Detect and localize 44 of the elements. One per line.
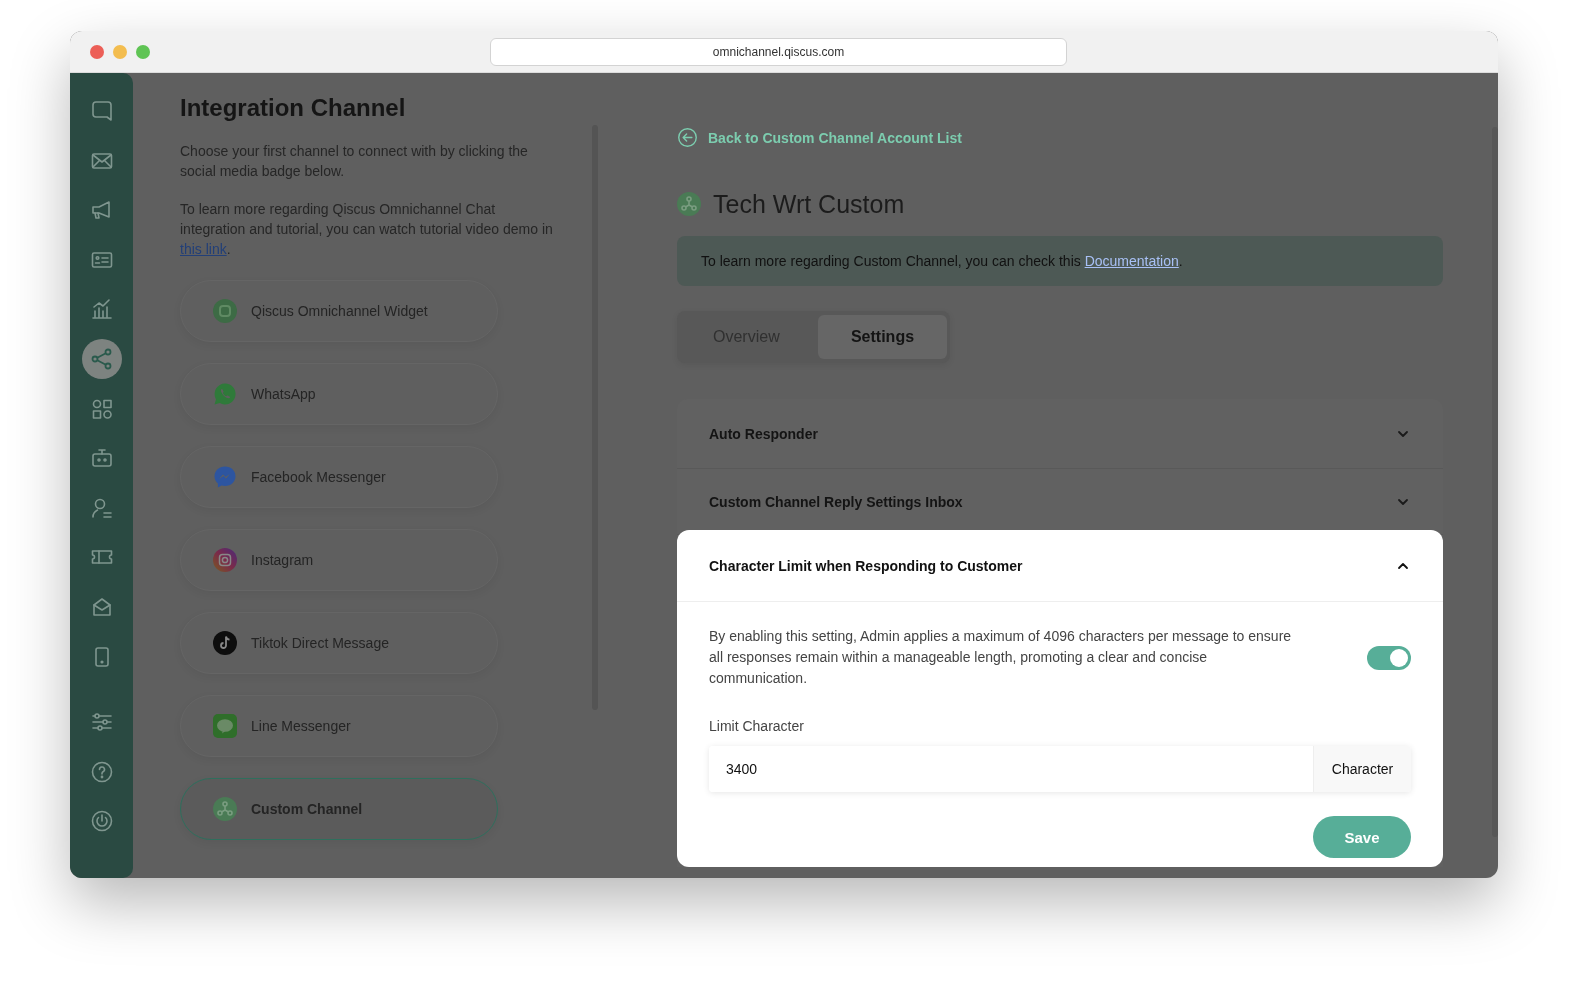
account-name: Tech Wrt Custom — [713, 189, 905, 220]
channel-option[interactable]: WhatsApp — [180, 363, 498, 425]
tutorial-link[interactable]: this link — [180, 241, 227, 257]
zoom-button[interactable] — [136, 44, 150, 59]
music-note-icon — [213, 631, 237, 655]
help-text: To learn more regarding Qiscus Omnichannel Chat integration and tutorial, you can watch tutorial video demo in this link. — [180, 200, 554, 259]
field-label: Limit Character — [709, 717, 805, 736]
documentation-link[interactable]: Documentation — [1084, 253, 1179, 269]
speech-bubble-icon — [213, 714, 237, 738]
help-icon — [89, 759, 114, 784]
nodes-icon — [677, 192, 701, 216]
nav-item[interactable] — [81, 338, 122, 379]
section-title[interactable]: Auto Responder — [709, 425, 818, 442]
channel-option[interactable]: Tiktok Direct Message — [180, 612, 498, 674]
camera-icon — [213, 548, 237, 572]
tab[interactable]: Settings — [818, 315, 947, 359]
page-title: Integration Channel — [180, 93, 407, 123]
setting-description: By enabling this setting, Admin applies a maximum of 4096 characters per message to ensure all responses remain within a manageable length, promoting a clear and concise communication. — [709, 627, 1293, 688]
power-icon — [89, 809, 114, 834]
share-icon — [89, 346, 114, 371]
number-field[interactable]: 3400 — [709, 746, 1313, 792]
toggle-switch[interactable] — [1367, 645, 1411, 670]
save-button[interactable]: Save — [1313, 816, 1411, 858]
scrollbar[interactable] — [1492, 127, 1498, 837]
channel-option[interactable]: Line Messenger — [180, 695, 498, 757]
channel-option[interactable]: Custom Channel — [180, 778, 498, 840]
info-text: To learn more regarding Custom Channel, you can check this Documentation. — [701, 253, 1183, 269]
nodes-icon — [213, 797, 237, 821]
section-title[interactable]: Custom Channel Reply Settings Inbox — [709, 493, 963, 510]
channel-option[interactable]: Facebook Messenger — [180, 446, 498, 508]
unit-label: Character — [1313, 746, 1411, 792]
address-bar[interactable]: omnichannel.qiscus.com — [490, 37, 1067, 66]
description-text: Choose your first channel to connect with by clicking the social media badge below. — [180, 142, 529, 181]
bar-chart-icon — [89, 297, 114, 322]
lightning-bubble-icon — [213, 465, 237, 489]
back-link[interactable]: Back to Custom Channel Account List — [677, 127, 962, 148]
phone-bubble-icon — [213, 382, 237, 406]
channel-option[interactable]: Instagram — [180, 529, 498, 591]
minimize-button[interactable] — [113, 44, 127, 59]
section-title[interactable]: Character Limit when Responding to Customer — [709, 557, 1023, 574]
chat-bubble-icon — [213, 299, 237, 323]
chat-bubble-icon — [89, 99, 114, 123]
channel-option[interactable]: Qiscus Omnichannel Widget — [180, 280, 498, 342]
close-button[interactable] — [90, 44, 104, 59]
